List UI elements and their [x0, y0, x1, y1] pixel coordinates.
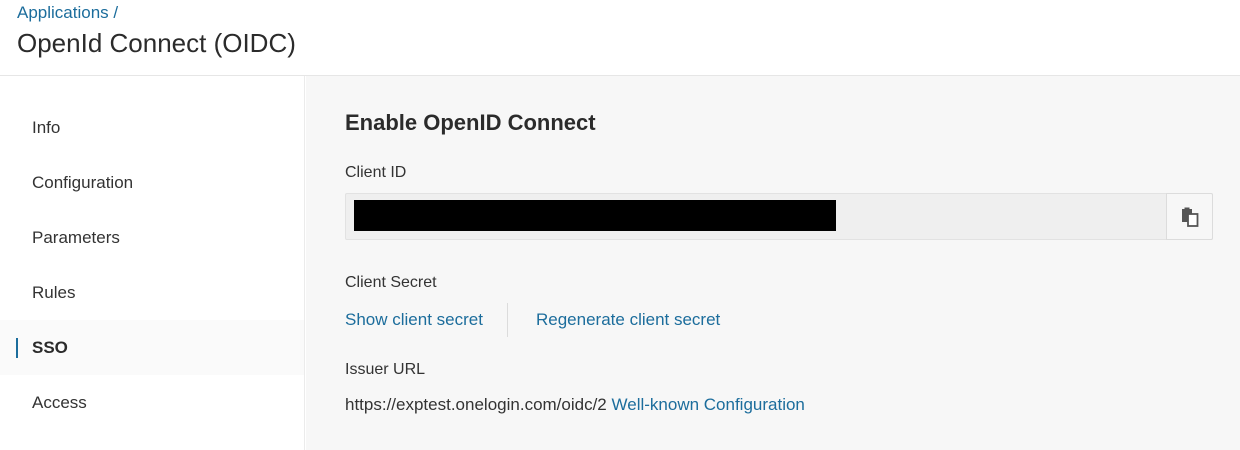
copy-client-id-button[interactable]: [1166, 193, 1213, 240]
client-id-value-redacted: [354, 200, 836, 231]
sidebar-item-info[interactable]: Info: [0, 100, 304, 155]
sidebar-item-label: Info: [32, 117, 61, 137]
issuer-url-value: https://exptest.onelogin.com/oidc/2: [345, 395, 607, 414]
sidebar-nav: Info Configuration Parameters Rules SSO …: [0, 76, 305, 450]
sidebar-item-configuration[interactable]: Configuration: [0, 155, 304, 210]
sidebar-item-access[interactable]: Access: [0, 375, 304, 430]
issuer-url-row: https://exptest.onelogin.com/oidc/2 Well…: [345, 395, 805, 415]
active-indicator: [16, 338, 18, 358]
issuer-url-label: Issuer URL: [345, 361, 426, 378]
client-id-label: Client ID: [345, 164, 407, 181]
sidebar-item-parameters[interactable]: Parameters: [0, 210, 304, 265]
sidebar-item-label: Configuration: [32, 172, 134, 192]
breadcrumb-applications[interactable]: Applications /: [17, 3, 118, 23]
regenerate-client-secret-link[interactable]: Regenerate client secret: [536, 310, 720, 330]
page-header: Applications / OpenId Connect (OIDC): [0, 0, 1240, 76]
show-client-secret-link[interactable]: Show client secret: [345, 310, 483, 330]
clipboard-icon: [1181, 207, 1198, 227]
sidebar-item-label: Rules: [32, 282, 76, 302]
section-title: Enable OpenID Connect: [345, 110, 596, 135]
page-title: OpenId Connect (OIDC): [17, 28, 296, 58]
sidebar-item-sso[interactable]: SSO: [0, 320, 304, 375]
client-id-field[interactable]: [345, 193, 1213, 240]
well-known-configuration-link[interactable]: Well-known Configuration: [612, 395, 805, 414]
sidebar-item-label: SSO: [32, 337, 68, 357]
client-secret-label: Client Secret: [345, 274, 437, 291]
sidebar-item-rules[interactable]: Rules: [0, 265, 304, 320]
main-panel: Enable OpenID Connect Client ID Client S…: [306, 76, 1240, 450]
sidebar-item-label: Access: [32, 392, 87, 412]
link-divider: [507, 303, 508, 337]
sidebar-item-label: Parameters: [32, 227, 120, 247]
